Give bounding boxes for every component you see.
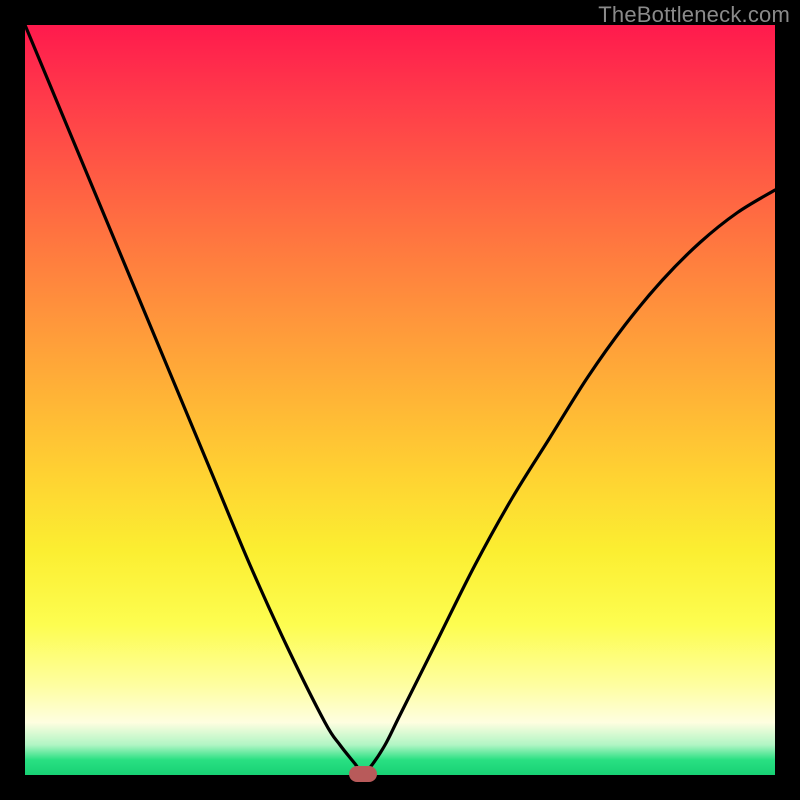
plot-area xyxy=(25,25,775,775)
bottleneck-curve xyxy=(25,25,775,775)
optimum-marker xyxy=(349,766,377,782)
chart-frame: TheBottleneck.com xyxy=(0,0,800,800)
watermark: TheBottleneck.com xyxy=(598,2,790,28)
